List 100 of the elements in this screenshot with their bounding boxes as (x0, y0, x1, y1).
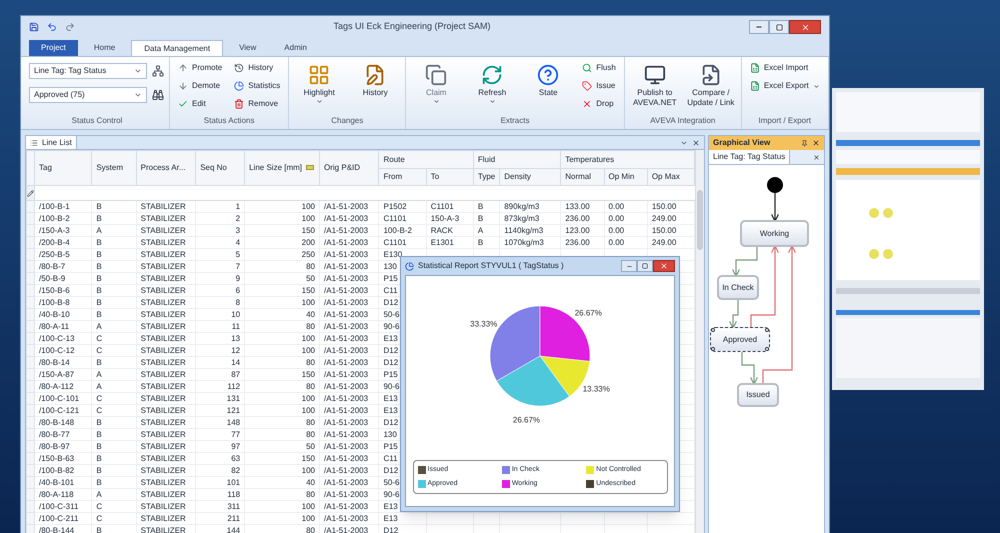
state-node[interactable]: Issued (737, 383, 779, 407)
table-cell: /A1-51-2003 (324, 478, 368, 487)
ribbon-button[interactable]: Promote (174, 60, 226, 76)
table-cell: D12 (383, 466, 398, 475)
column-header[interactable]: Op Min (604, 168, 648, 186)
table-cell: B (96, 202, 102, 211)
ribbon-button[interactable]: History (349, 60, 402, 98)
caret-icon (432, 98, 440, 105)
table-cell: 211 (227, 514, 240, 523)
ribbon-button[interactable]: Remove (230, 96, 284, 112)
table-cell: 130 (383, 430, 397, 439)
table-cell: /A1-51-2003 (324, 418, 368, 427)
table-cell: /40-B-10 (39, 310, 70, 319)
ribbon-button[interactable]: Excel Import (746, 60, 824, 76)
column-header[interactable]: From (378, 168, 426, 186)
table-cell: /150-A-87 (39, 370, 74, 379)
ribbon-tab[interactable]: Data Management (131, 40, 224, 56)
table-cell: /A1-51-2003 (324, 262, 368, 271)
state-node[interactable]: Approved (710, 327, 770, 352)
icon-button[interactable] (151, 88, 165, 102)
ribbon-button[interactable]: Publish to AVEVA.NET (628, 60, 681, 108)
ribbon-tab[interactable]: View (227, 40, 268, 56)
table-cell: 250 (302, 250, 316, 259)
maximize-icon (776, 24, 782, 30)
column-header[interactable]: Line Size [mm] (244, 150, 320, 186)
pin-icon[interactable] (801, 140, 808, 146)
table-cell: 80 (306, 526, 316, 533)
table-cell: 6 (236, 286, 240, 295)
dropdown-field[interactable]: Approved (75) (29, 87, 147, 103)
ribbon-button[interactable]: Excel Export (746, 78, 824, 94)
table-cell: B (96, 358, 102, 367)
document-tab[interactable]: Line Tag: Tag Status (709, 150, 790, 164)
table-cell: /A1-51-2003 (324, 334, 368, 343)
icon-button[interactable] (151, 64, 165, 78)
close-button[interactable] (789, 20, 821, 34)
panel-tab[interactable]: Line List (26, 136, 77, 149)
dropdown-field[interactable]: Line Tag: Tag Status (29, 63, 147, 79)
close-icon[interactable] (813, 154, 820, 160)
table-cell: A (96, 382, 102, 391)
table-cell: 40 (306, 478, 316, 487)
ribbon-tab[interactable]: Home (82, 40, 128, 56)
save-icon[interactable] (29, 22, 39, 32)
group-label: Import / Export (758, 115, 812, 127)
ribbon-button[interactable]: History (230, 60, 284, 76)
table-cell: /200-B-4 (39, 238, 70, 247)
column-header[interactable]: Density (500, 168, 561, 186)
table-cell: 87 (231, 370, 240, 379)
table-cell: 121 (226, 406, 240, 415)
ribbon-button[interactable]: Demote (174, 78, 226, 94)
column-header[interactable]: Type (473, 168, 500, 186)
edit-icon[interactable] (27, 190, 34, 196)
ribbon-tab[interactable]: Admin (272, 40, 319, 56)
table-cell: /100-B-1 (39, 202, 70, 211)
column-header[interactable]: Orig P&ID (320, 150, 379, 186)
data-label: 33.33% (470, 320, 498, 328)
ribbon-button[interactable]: Refresh (466, 60, 518, 105)
redo-icon[interactable] (65, 22, 75, 32)
ribbon-button[interactable]: Flush (578, 60, 620, 76)
table-cell: /A1-51-2003 (324, 202, 368, 211)
column-header[interactable]: Seq No (196, 150, 245, 186)
table-cell: /80-B-97 (39, 442, 70, 451)
table-cell: STABILIZER (140, 310, 186, 319)
column-header[interactable]: Normal (560, 168, 604, 186)
maximize-button[interactable] (637, 260, 653, 272)
column-group-header: Route (378, 150, 474, 168)
undo-icon[interactable] (47, 22, 57, 32)
table-cell: E13 (383, 502, 398, 511)
table-cell: /100-C-311 (39, 502, 78, 511)
ribbon-button[interactable]: State (522, 60, 574, 98)
window-title: Tags UI Eck Engineering (Project SAM) (332, 20, 492, 34)
table-cell: 11 (232, 322, 240, 331)
state-node[interactable]: Working (740, 220, 809, 247)
ribbon-button[interactable]: Statistics (230, 78, 284, 94)
ribbon-button[interactable]: Edit (174, 96, 226, 112)
table-cell: C (96, 346, 102, 355)
table-cell: D12 (383, 418, 398, 427)
column-header[interactable]: Op Max (647, 168, 695, 186)
table-cell: 101 (226, 478, 240, 487)
state-node[interactable]: In Check (717, 275, 759, 300)
column-header[interactable]: Tag (34, 150, 92, 186)
ribbon-button[interactable]: Drop (578, 96, 620, 112)
column-header[interactable]: To (426, 168, 474, 186)
ribbon-tab[interactable]: Project (29, 40, 78, 56)
table-cell: 80 (306, 382, 316, 391)
group-label: Changes (330, 115, 364, 127)
maximize-button[interactable] (769, 20, 789, 34)
table-cell: C (96, 502, 102, 511)
table-cell: 100 (302, 406, 316, 415)
ribbon-button[interactable]: Compare / Update / Link (684, 60, 737, 108)
table-cell: 123.00 (565, 226, 590, 235)
close-icon[interactable] (692, 138, 700, 146)
ribbon-button[interactable]: Issue (578, 78, 620, 94)
column-header[interactable]: System (92, 150, 136, 186)
filter-icon[interactable] (306, 165, 314, 170)
column-header[interactable]: Process Ar... (136, 150, 196, 186)
close-button[interactable] (653, 260, 675, 272)
table-cell: 112 (227, 382, 240, 391)
scrollbar[interactable] (695, 150, 704, 533)
close-icon[interactable] (812, 139, 820, 147)
ribbon-button[interactable]: Highlight (293, 60, 346, 105)
